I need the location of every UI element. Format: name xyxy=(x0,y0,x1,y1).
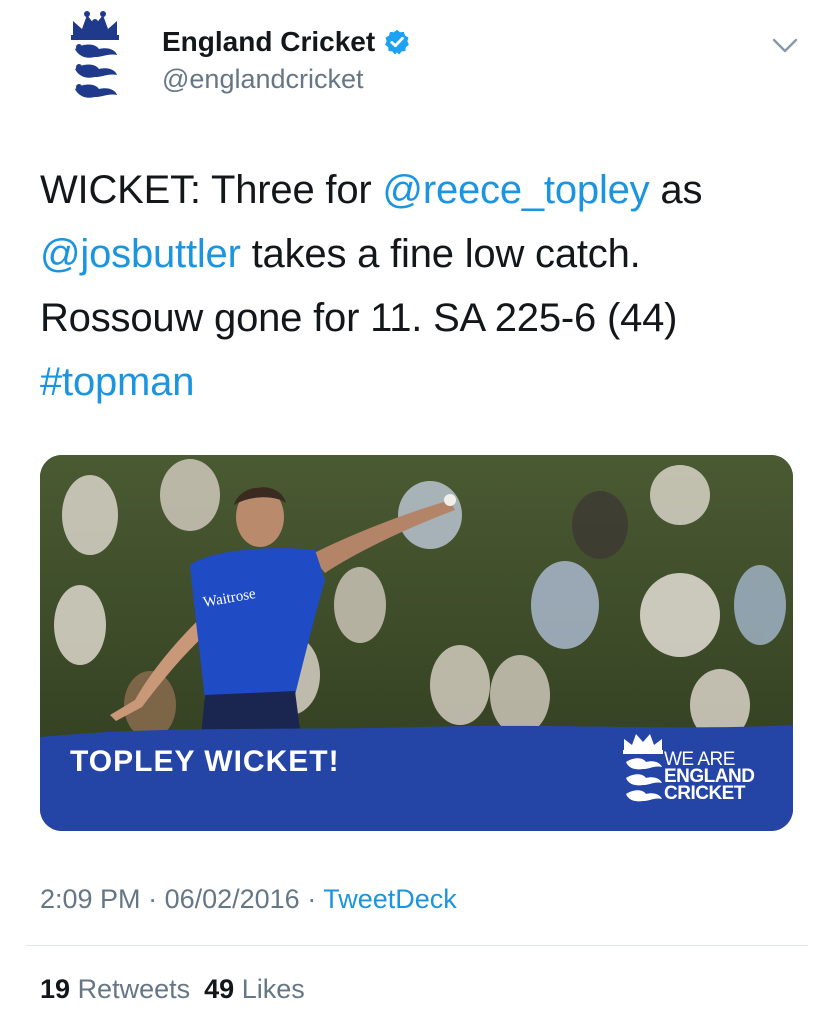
tweet-text-segment: as xyxy=(649,168,703,212)
author-name-row[interactable]: England Cricket xyxy=(162,26,411,58)
avatar[interactable] xyxy=(40,6,150,116)
retweets-count: 19 xyxy=(40,974,71,1004)
verified-badge-icon xyxy=(385,29,410,55)
author-handle[interactable]: @englandcricket xyxy=(162,64,364,95)
meta-separator: · xyxy=(140,884,165,914)
tweet-media-image[interactable]: Waitrose TOPLEY WICKET! WE ARE ENGLAND C… xyxy=(40,455,793,831)
three-lions-crest-icon xyxy=(623,734,663,802)
author-display-name[interactable]: England Cricket xyxy=(162,26,375,58)
tweet-time[interactable]: 2:09 PM xyxy=(40,884,141,914)
tweet-source-link[interactable]: TweetDeck xyxy=(323,884,457,914)
brand-line-3: CRICKET xyxy=(664,783,745,804)
tweet-stats: 19 Retweets 49 Likes xyxy=(40,974,305,1005)
chevron-down-icon[interactable] xyxy=(770,34,800,58)
three-lions-crest-icon xyxy=(71,11,119,98)
retweets-stat[interactable]: 19 Retweets xyxy=(40,974,190,1004)
brand-wordmark: WE ARE ENGLAND CRICKET xyxy=(664,750,755,804)
meta-separator: · xyxy=(299,884,324,914)
divider xyxy=(26,945,808,946)
likes-count: 49 xyxy=(204,974,235,1004)
likes-stat[interactable]: 49 Likes xyxy=(204,974,305,1004)
likes-label: Likes xyxy=(241,974,305,1004)
tweet-date[interactable]: 06/02/2016 xyxy=(165,884,300,914)
tweet-text: WICKET: Three for @reece_topley as @josb… xyxy=(40,158,800,414)
hashtag-link[interactable]: #topman xyxy=(40,360,194,404)
media-banner-text: TOPLEY WICKET! xyxy=(70,745,340,778)
retweets-label: Retweets xyxy=(77,974,191,1004)
mention-link[interactable]: @reece_topley xyxy=(382,168,649,212)
tweet-meta: 2:09 PM · 06/02/2016 · TweetDeck xyxy=(40,884,457,915)
mention-link[interactable]: @josbuttler xyxy=(40,232,241,276)
tweet-text-segment: WICKET: Three for xyxy=(40,168,383,212)
